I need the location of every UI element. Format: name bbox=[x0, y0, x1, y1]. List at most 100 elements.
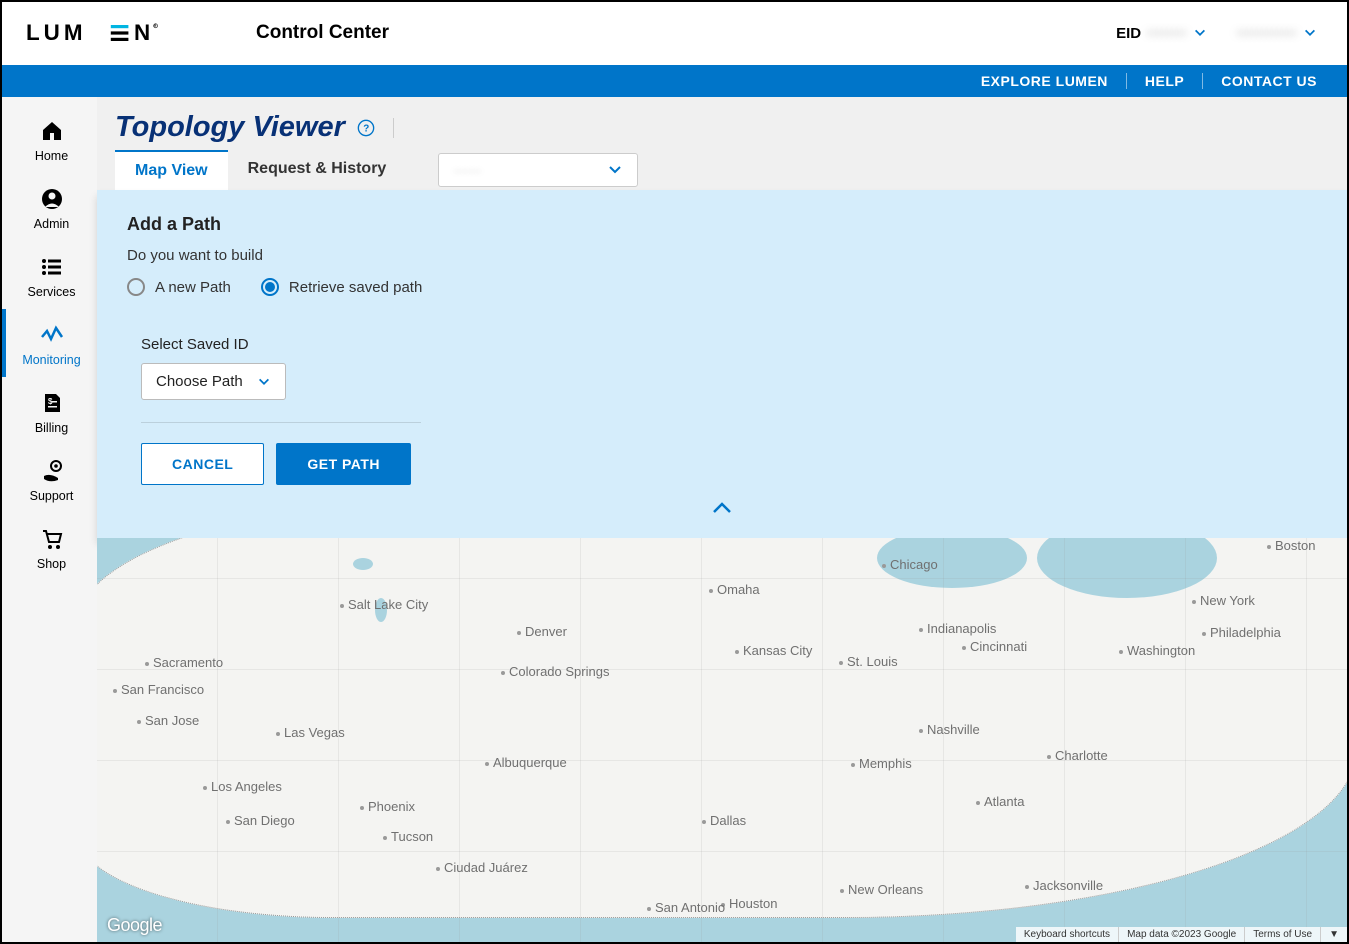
sidebar-item-shop[interactable]: Shop bbox=[2, 513, 97, 581]
tabs: Map View Request & History bbox=[115, 150, 406, 190]
map-city-label: San Antonio bbox=[647, 900, 725, 915]
map-city-label: Los Angeles bbox=[203, 779, 282, 794]
sidebar-item-label: Admin bbox=[34, 217, 69, 231]
map-city-label: Boston bbox=[1267, 538, 1315, 553]
home-icon bbox=[40, 119, 64, 143]
chevron-up-icon bbox=[711, 501, 733, 515]
map-city-label: Houston bbox=[721, 896, 777, 911]
map-shortcuts[interactable]: Keyboard shortcuts bbox=[1016, 927, 1118, 942]
map-city-label: San Jose bbox=[137, 713, 199, 728]
nav-contact[interactable]: CONTACT US bbox=[1203, 73, 1317, 89]
svg-text:N: N bbox=[134, 20, 154, 45]
layout: Home Admin Services Monitoring $ Billing… bbox=[2, 97, 1347, 942]
sidebar: Home Admin Services Monitoring $ Billing… bbox=[2, 97, 97, 942]
map-city-label: Phoenix bbox=[360, 799, 415, 814]
map-city-label: St. Louis bbox=[839, 654, 898, 669]
radio-circle-icon bbox=[127, 278, 145, 296]
map-city-label: Sacramento bbox=[145, 655, 223, 670]
map-city-label: Ciudad Juárez bbox=[436, 860, 528, 875]
chevron-down-icon bbox=[257, 375, 271, 389]
radio-circle-icon bbox=[261, 278, 279, 296]
user-name: ············ bbox=[1237, 25, 1297, 42]
divider bbox=[141, 422, 421, 423]
account-value: ······ bbox=[453, 162, 481, 178]
map-city-label: Cincinnati bbox=[962, 639, 1027, 654]
sidebar-item-label: Shop bbox=[37, 557, 66, 571]
eid-value: ········ bbox=[1147, 25, 1187, 42]
map-city-label: Colorado Springs bbox=[501, 664, 609, 679]
account-dropdown[interactable]: ······ bbox=[438, 153, 638, 187]
header-left: LUM N R Control Center bbox=[26, 20, 389, 46]
add-path-panel: Add a Path Do you want to build A new Pa… bbox=[97, 190, 1347, 538]
user-selector[interactable]: ············ bbox=[1237, 25, 1317, 42]
tab-request-history[interactable]: Request & History bbox=[228, 150, 407, 190]
map-data: Map data ©2023 Google bbox=[1118, 927, 1244, 942]
select-saved-path[interactable]: Choose Path bbox=[141, 363, 286, 400]
sidebar-item-support[interactable]: Support bbox=[2, 445, 97, 513]
list-icon bbox=[40, 255, 64, 279]
brand-text: Control Center bbox=[256, 22, 389, 44]
map-city-label: Denver bbox=[517, 624, 567, 639]
tabs-row: Map View Request & History ······ bbox=[115, 150, 1347, 190]
collapse-panel[interactable] bbox=[127, 495, 1317, 528]
support-icon bbox=[40, 459, 64, 483]
google-attribution: Google bbox=[107, 915, 162, 936]
sidebar-item-monitoring[interactable]: Monitoring bbox=[2, 309, 97, 377]
select-value: Choose Path bbox=[156, 373, 243, 390]
nav-help[interactable]: HELP bbox=[1127, 73, 1203, 89]
map-footer: Keyboard shortcuts Map data ©2023 Google… bbox=[1016, 927, 1347, 942]
lumen-logo[interactable]: LUM N R bbox=[26, 20, 186, 46]
sidebar-item-label: Home bbox=[35, 149, 68, 163]
select-label: Select Saved ID bbox=[141, 336, 1317, 353]
lumen-logo-svg: LUM N R bbox=[26, 20, 186, 46]
help-icon[interactable]: ? bbox=[357, 119, 375, 137]
svg-text:?: ? bbox=[363, 123, 369, 134]
sidebar-item-label: Services bbox=[28, 285, 76, 299]
cart-icon bbox=[40, 527, 64, 551]
map-terms[interactable]: Terms of Use bbox=[1244, 927, 1320, 942]
chevron-down-icon bbox=[607, 162, 623, 178]
map-city-label: Salt Lake City bbox=[340, 597, 428, 612]
map-grid bbox=[97, 538, 1347, 942]
sidebar-item-label: Support bbox=[30, 489, 74, 503]
radio-retrieve-saved[interactable]: Retrieve saved path bbox=[261, 278, 422, 296]
sidebar-item-home[interactable]: Home bbox=[2, 105, 97, 173]
radio-row: A new Path Retrieve saved path bbox=[127, 278, 1317, 296]
radio-label: A new Path bbox=[155, 279, 231, 296]
title-separator bbox=[393, 118, 394, 138]
map-city-label: Washington bbox=[1119, 643, 1195, 658]
map-city-label: Indianapolis bbox=[919, 621, 996, 636]
svg-text:LUM: LUM bbox=[26, 20, 87, 45]
map-city-label: Dallas bbox=[702, 813, 746, 828]
map[interactable]: BostonChicagoOmahaNew YorkSalt Lake City… bbox=[97, 538, 1347, 942]
map-city-label: Albuquerque bbox=[485, 755, 567, 770]
eid-selector[interactable]: EID ········ bbox=[1116, 25, 1207, 42]
map-report[interactable]: ▼ bbox=[1320, 927, 1347, 942]
map-city-label: Las Vegas bbox=[276, 725, 345, 740]
sidebar-item-label: Billing bbox=[35, 421, 68, 435]
svg-text:R: R bbox=[154, 24, 161, 28]
header: LUM N R Control Center EID ········ ····… bbox=[2, 2, 1347, 65]
tab-map-view[interactable]: Map View bbox=[115, 150, 228, 190]
map-city-label: San Francisco bbox=[113, 682, 204, 697]
map-city-label: Tucson bbox=[383, 829, 433, 844]
radio-label: Retrieve saved path bbox=[289, 279, 422, 296]
nav-explore[interactable]: EXPLORE LUMEN bbox=[963, 73, 1127, 89]
sidebar-item-admin[interactable]: Admin bbox=[2, 173, 97, 241]
radio-new-path[interactable]: A new Path bbox=[127, 278, 231, 296]
map-city-label: New Orleans bbox=[840, 882, 923, 897]
invoice-icon: $ bbox=[40, 391, 64, 415]
map-city-label: Philadelphia bbox=[1202, 625, 1281, 640]
content: Topology Viewer ? Map View Request & His… bbox=[97, 97, 1347, 942]
map-city-label: Atlanta bbox=[976, 794, 1024, 809]
get-path-button[interactable]: GET PATH bbox=[276, 443, 411, 485]
sidebar-item-billing[interactable]: $ Billing bbox=[2, 377, 97, 445]
page-header: Topology Viewer ? Map View Request & His… bbox=[97, 97, 1347, 190]
eid-label: EID bbox=[1116, 25, 1141, 42]
page-title: Topology Viewer bbox=[115, 111, 345, 144]
map-city-label: Omaha bbox=[709, 582, 760, 597]
sidebar-item-services[interactable]: Services bbox=[2, 241, 97, 309]
cancel-button[interactable]: CANCEL bbox=[141, 443, 264, 485]
sidebar-item-label: Monitoring bbox=[22, 353, 80, 367]
map-city-label: San Diego bbox=[226, 813, 295, 828]
